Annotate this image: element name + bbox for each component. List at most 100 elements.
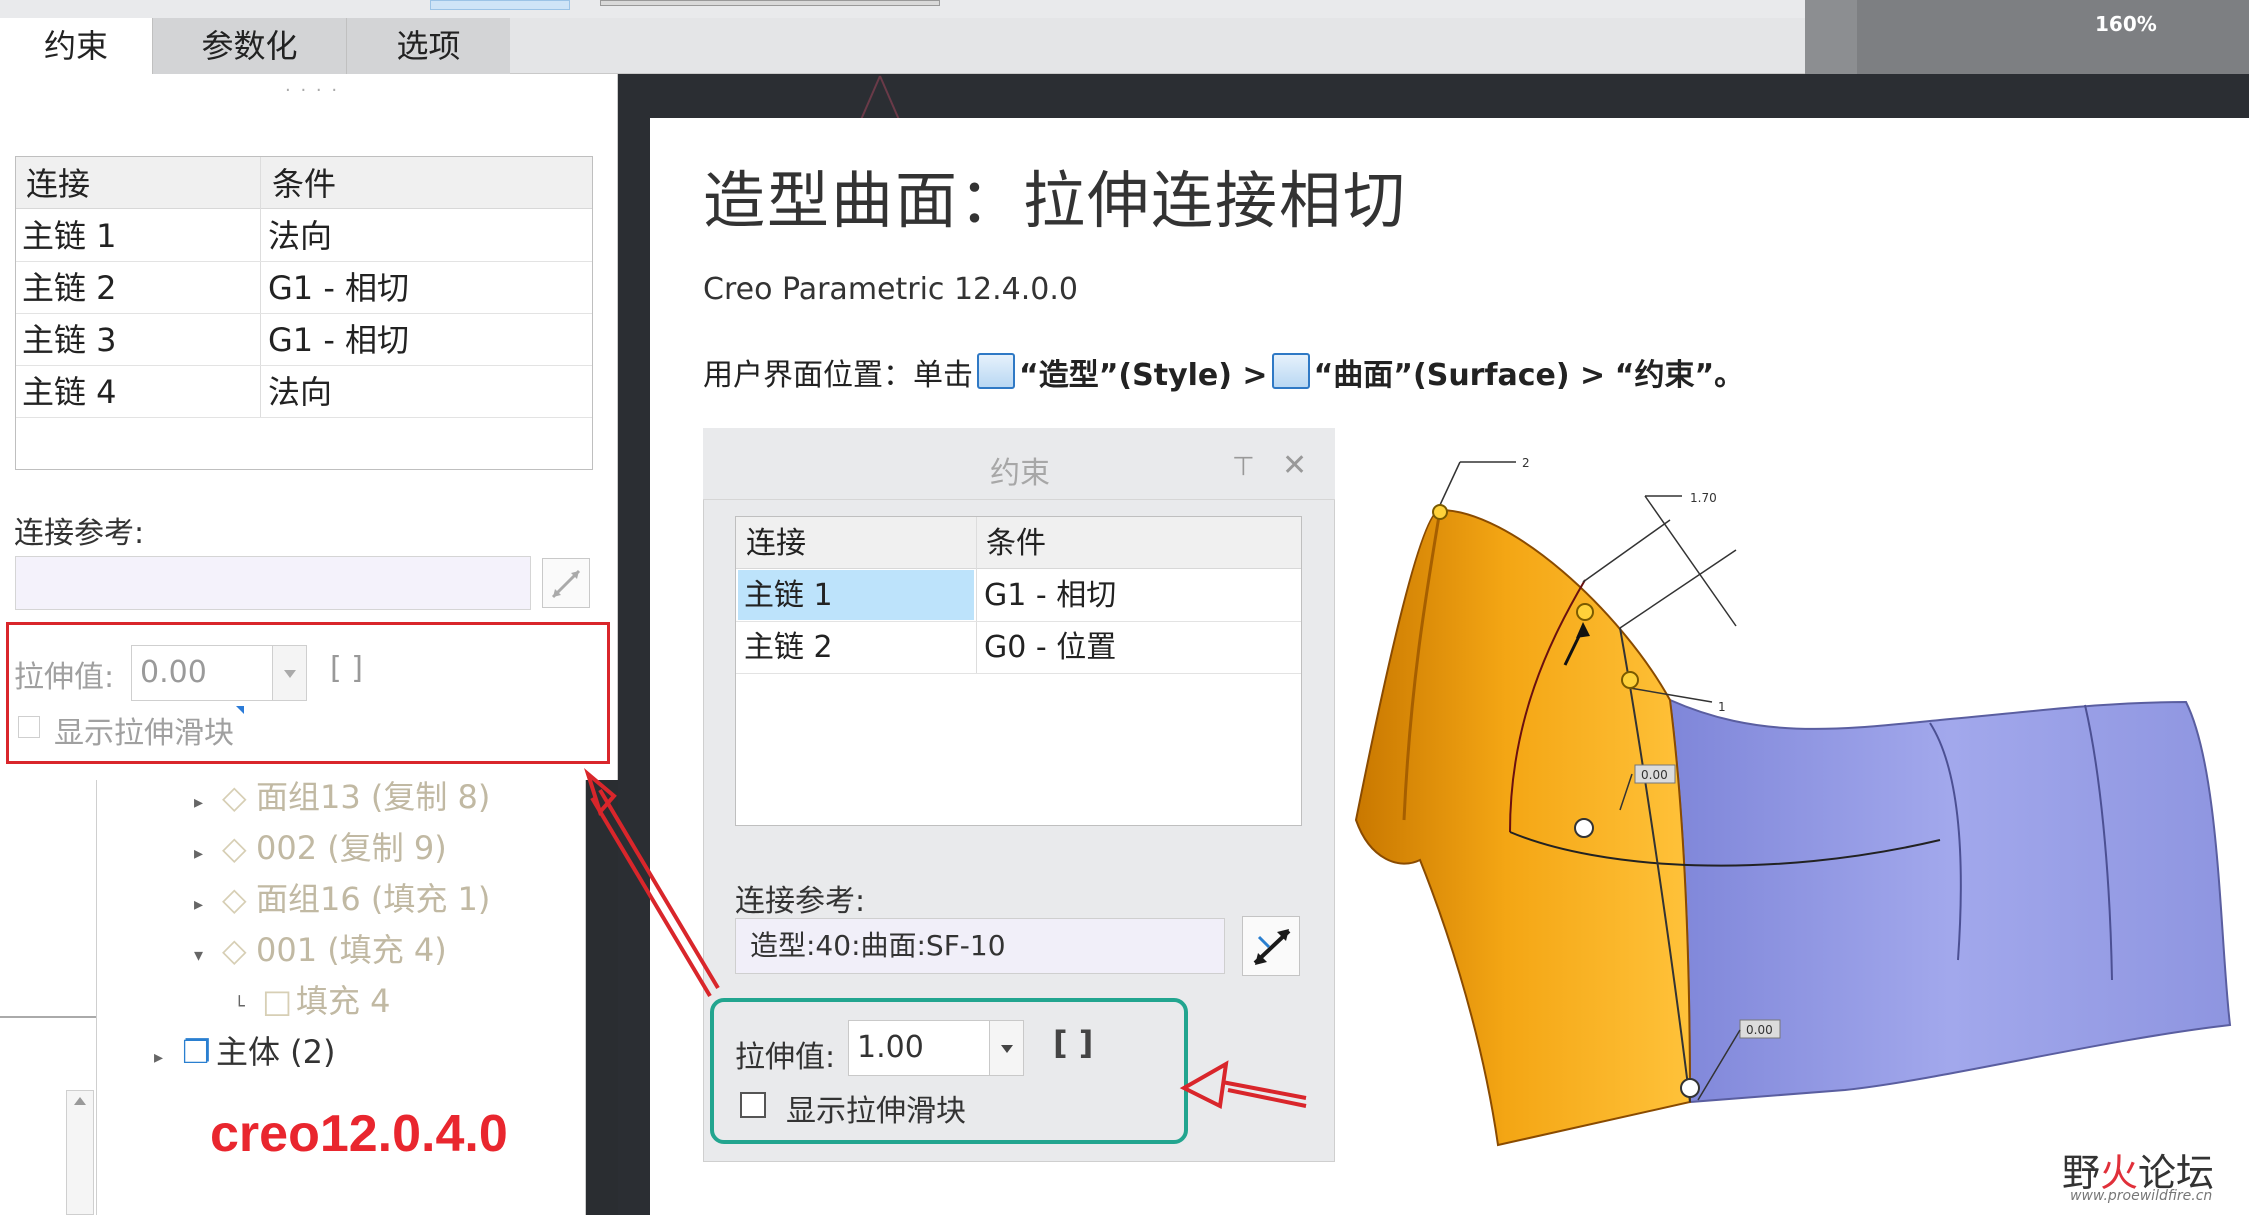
version-watermark: creo12.0.4.0 xyxy=(210,1105,508,1163)
dialog-connection-table: 连接 条件 主链 1 G1 - 相切 主链 2 G0 - 位置 xyxy=(735,516,1302,826)
endpoint[interactable] xyxy=(1574,818,1594,838)
expand-arrow-icon[interactable]: ▸ xyxy=(154,1047,182,1068)
tree-scrollbar[interactable] xyxy=(66,1090,94,1215)
header-condition[interactable]: 条件 xyxy=(272,159,336,209)
stretch-value-label: 拉伸值: xyxy=(14,660,115,695)
table-row[interactable]: 主链 1 xyxy=(744,571,833,621)
stretch-value-combobox[interactable]: 1.00 xyxy=(848,1020,1024,1076)
tree-item[interactable]: └ □ 填充 4 xyxy=(234,976,391,1022)
product-version: Creo Parametric 12.4.0.0 xyxy=(703,272,1078,307)
dim-line xyxy=(1644,495,1737,627)
page-title: 造型曲面：拉伸连接相切 xyxy=(703,164,1408,237)
fill-icon: □ xyxy=(262,982,293,1020)
style-icon xyxy=(977,353,1015,389)
stretch-value-label: 拉伸值: xyxy=(735,1040,836,1075)
control-point[interactable] xyxy=(1576,603,1594,621)
expand-arrow-icon[interactable]: ▸ xyxy=(194,792,222,813)
zoom-area: 160% xyxy=(1805,0,2249,74)
stretch-value-combobox[interactable]: 0.00 xyxy=(131,645,307,701)
ref-select-icon xyxy=(551,569,581,599)
dim-label: 1.70 xyxy=(1690,491,1717,505)
tab-bar: 约束 参数化 选项 xyxy=(0,18,1805,74)
surface-right xyxy=(1668,698,2232,1104)
close-icon[interactable]: ✕ xyxy=(1282,448,1307,483)
body-icon: ❐ xyxy=(182,1033,211,1071)
show-slider-label: 显示拉伸滑块 xyxy=(786,1094,966,1129)
table-cell[interactable]: 法向 xyxy=(268,211,332,261)
tree-divider xyxy=(96,780,97,1215)
table-row[interactable]: 主链 3 xyxy=(22,315,117,365)
table-cell[interactable]: G1 - 相切 xyxy=(268,315,409,365)
dim-label: 0.00 xyxy=(1746,1023,1773,1037)
quilt-icon: ◇ xyxy=(222,880,247,918)
show-slider-label: 显示拉伸滑块 xyxy=(54,716,234,751)
zoom-side-panel xyxy=(1805,0,1857,74)
ref-select-button[interactable] xyxy=(1242,916,1300,976)
dropdown-button[interactable] xyxy=(989,1021,1023,1075)
table-row[interactable]: 主链 4 xyxy=(22,367,117,417)
tab-parametric[interactable]: 参数化 xyxy=(152,18,346,74)
stretch-brackets-button[interactable]: [ ] xyxy=(330,651,363,686)
connection-ref-label: 连接参考: xyxy=(735,884,866,919)
ref-select-icon xyxy=(1253,929,1291,965)
chevron-down-icon xyxy=(1001,1045,1013,1053)
toolbar-segment[interactable] xyxy=(430,0,570,10)
expand-arrow-icon[interactable]: ▸ xyxy=(194,843,222,864)
table-cell[interactable]: G1 - 相切 xyxy=(268,263,409,313)
quilt-icon: ◇ xyxy=(222,931,247,969)
panel-grip[interactable]: · · · · xyxy=(285,80,339,101)
stretch-value: 1.00 xyxy=(857,1030,924,1065)
connection-ref-label: 连接参考: xyxy=(14,516,145,551)
corner-marker xyxy=(236,706,244,714)
stretch-brackets-button[interactable]: [ ] xyxy=(1053,1024,1093,1062)
table-row[interactable]: 主链 2 xyxy=(22,263,117,313)
connection-table: 连接 条件 主链 1 法向 主链 2 G1 - 相切 主链 3 G1 - 相切 … xyxy=(15,156,593,470)
show-slider-checkbox[interactable] xyxy=(18,716,40,738)
show-slider-checkbox[interactable] xyxy=(740,1092,766,1118)
viewport-geometry xyxy=(859,75,901,123)
surface-figure: 2 1.70 1 0.00 0.00 xyxy=(1354,456,2232,1147)
dialog-title: 约束 xyxy=(990,456,1050,491)
header-connection[interactable]: 连接 xyxy=(746,519,806,569)
table-cell[interactable]: G1 - 相切 xyxy=(984,571,1116,621)
connection-ref-input[interactable] xyxy=(15,556,531,610)
table-row[interactable]: 主链 2 xyxy=(744,623,833,673)
dropdown-button[interactable] xyxy=(272,646,306,700)
tree-item[interactable]: ▸ ◇ 面组13 (复制 8) xyxy=(194,772,490,818)
tab-options[interactable]: 选项 xyxy=(346,18,510,74)
tree-item[interactable]: ▸ ❐ 主体 (2) xyxy=(154,1027,336,1073)
quilt-icon: ◇ xyxy=(222,778,247,816)
header-condition[interactable]: 条件 xyxy=(986,519,1046,569)
control-point[interactable] xyxy=(1432,504,1448,520)
header-connection[interactable]: 连接 xyxy=(26,159,90,209)
path-style: “造型”(Style) > xyxy=(1019,358,1268,393)
dim-line xyxy=(1582,519,1671,583)
expand-arrow-icon[interactable]: ▸ xyxy=(194,894,222,915)
surface-left xyxy=(1354,508,1692,1147)
control-point[interactable] xyxy=(1621,671,1639,689)
ref-select-button[interactable] xyxy=(542,558,590,608)
dim-line xyxy=(1439,461,1461,506)
toolbar-segment[interactable] xyxy=(600,0,940,6)
tree-item[interactable]: ▸ ◇ 002 (复制 9) xyxy=(194,823,447,869)
tree-divider xyxy=(0,1016,96,1018)
tree-item[interactable]: ▸ ◇ 面组16 (填充 1) xyxy=(194,874,490,920)
path-constraint: “约束”。 xyxy=(1614,358,1745,393)
tab-constraint[interactable]: 约束 xyxy=(0,18,152,74)
connection-ref-input[interactable]: 造型:40:曲面:SF-10 xyxy=(735,918,1225,974)
endpoint[interactable] xyxy=(1680,1078,1700,1098)
stretch-value: 0.00 xyxy=(140,655,207,690)
pin-icon[interactable]: ⊤ xyxy=(1232,452,1255,482)
forum-url: www.proewildfire.cn xyxy=(2070,1188,2213,1204)
table-row[interactable]: 主链 1 xyxy=(22,211,117,261)
quilt-icon: ◇ xyxy=(222,829,247,867)
ui-location: 用户界面位置：单击 “造型”(Style) > “曲面”(Surface) > “约… xyxy=(703,350,1744,394)
tree-item[interactable]: ▾ ◇ 001 (填充 4) xyxy=(194,925,447,971)
table-cell[interactable]: G0 - 位置 xyxy=(984,623,1116,673)
table-cell[interactable]: 法向 xyxy=(268,367,332,417)
scroll-up-icon xyxy=(74,1097,86,1105)
dim-line xyxy=(1619,549,1737,629)
dim-label: 2 xyxy=(1522,456,1530,470)
dim-label: 1 xyxy=(1718,700,1726,714)
collapse-arrow-icon[interactable]: ▾ xyxy=(194,945,222,966)
